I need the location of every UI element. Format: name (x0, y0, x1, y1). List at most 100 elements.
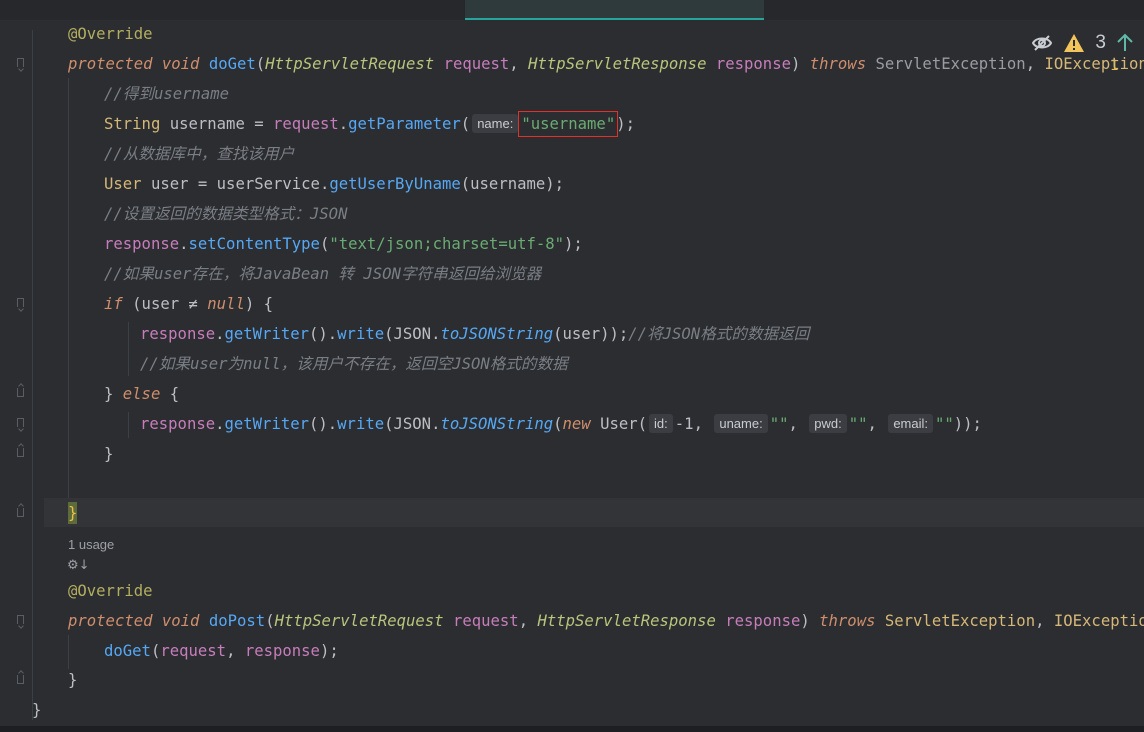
param: response (715, 55, 791, 73)
code-line[interactable]: } else { (104, 383, 179, 405)
number: -1 (674, 415, 694, 433)
keyword: void (161, 612, 200, 630)
method-call: getUserByUname (329, 175, 461, 193)
code-text: user = userService. (141, 175, 330, 193)
punct: } (104, 385, 123, 403)
variable: response (104, 235, 180, 253)
punct: ( (460, 115, 471, 133)
param: response (725, 612, 801, 630)
punct: . (179, 235, 189, 253)
annotation: @Override (68, 25, 153, 43)
code-line[interactable]: response.getWriter().write(JSON.toJSONSt… (140, 323, 809, 345)
inspection-widget[interactable]: 3 (1031, 32, 1134, 54)
static-method: toJSONString (440, 415, 554, 433)
code-line[interactable]: response.getWriter().write(JSON.toJSONSt… (140, 413, 982, 435)
static-method: toJSONString (440, 325, 554, 343)
punct: )); (953, 415, 982, 433)
code-line[interactable]: doGet(request, response); (104, 640, 339, 662)
string: "" (769, 415, 789, 433)
code-line[interactable]: User user = userService.getUserByUname(u… (104, 173, 564, 195)
keyword: null (207, 295, 245, 313)
fold-marker[interactable] (17, 298, 24, 307)
code-line[interactable]: //从数据库中，查找该用户 (104, 143, 294, 165)
punct: . (215, 415, 225, 433)
fold-marker[interactable] (17, 615, 24, 624)
active-editor-tab[interactable] (465, 0, 764, 20)
code-line[interactable]: if (user ≠ null) { (104, 293, 273, 315)
method-name: doGet (208, 55, 256, 73)
punct: ( (150, 642, 161, 660)
exception-type: ServletException (875, 55, 1026, 73)
fold-marker[interactable] (17, 675, 24, 684)
code-line[interactable]: @Override (68, 23, 153, 45)
warning-count[interactable]: 3 (1095, 32, 1106, 54)
implementation-gutter-icon[interactable]: ⚙↓ (67, 558, 90, 573)
code-text: User( (590, 415, 648, 433)
exception-type: IOException (1053, 612, 1144, 630)
punct: } (68, 671, 78, 689)
current-line-highlight (44, 498, 1144, 527)
param: request (452, 612, 519, 630)
method-call: write (337, 325, 385, 343)
code-line[interactable]: response.setContentType("text/json;chars… (104, 233, 583, 255)
param: response (244, 642, 320, 660)
code-line[interactable]: @Override (68, 580, 153, 602)
method-call: getParameter (348, 115, 461, 133)
code-line[interactable]: } (32, 699, 41, 721)
parameter-hint: id: (649, 414, 673, 433)
parameter-hint: pwd: (809, 414, 847, 433)
usage-count-hint[interactable]: 1 usage (68, 537, 114, 552)
code-line[interactable]: //如果user存在，将JavaBean 转 JSON字符串返回给浏览器 (104, 263, 541, 285)
comment: //得到username (104, 85, 230, 103)
comment: //如果user为null，该用户不存在，返回空JSON格式的数据 (140, 355, 568, 373)
code-line[interactable]: //得到username (104, 83, 229, 105)
method-call: write (337, 415, 385, 433)
punct: ) { (244, 295, 274, 313)
keyword: protected (68, 612, 153, 630)
punct: } (32, 701, 42, 719)
exception-type: IOException (1044, 55, 1144, 73)
arrow-up-icon[interactable] (1116, 33, 1134, 53)
punct: ) (790, 55, 810, 73)
fold-marker[interactable] (17, 388, 24, 397)
code-line-current[interactable]: } (68, 502, 77, 524)
indent-guide (32, 30, 33, 720)
string: "" (848, 415, 868, 433)
punct: , (1035, 612, 1054, 630)
indent-guide (128, 322, 129, 376)
param-type: HttpServletRequest (265, 55, 435, 73)
warning-icon[interactable] (1063, 33, 1085, 53)
param-type: HttpServletRequest (274, 612, 444, 630)
code-line[interactable]: } (104, 443, 113, 465)
code-line[interactable]: //设置返回的数据类型格式：JSON (104, 203, 347, 225)
punct: ); (319, 642, 339, 660)
fold-marker[interactable] (17, 418, 24, 427)
fold-marker[interactable] (17, 58, 24, 67)
code-line[interactable]: protected void doPost(HttpServletRequest… (68, 610, 1144, 632)
punct: (). (309, 325, 338, 343)
code-line[interactable]: protected void doGet(HttpServletRequest … (68, 53, 1144, 75)
parameter-hint: uname: (714, 414, 768, 433)
punct: , (1025, 55, 1045, 73)
keyword: else (122, 385, 161, 403)
punct: ( (553, 415, 563, 433)
punct: (user)); (553, 325, 629, 343)
punct: , (226, 642, 245, 660)
code-line[interactable]: //如果user为null，该用户不存在，返回空JSON格式的数据 (140, 353, 568, 375)
punct: . (215, 325, 225, 343)
code-line[interactable]: } (68, 669, 77, 691)
param: request (443, 55, 510, 73)
code-text: (username); (460, 175, 565, 193)
punct: (). (309, 415, 338, 433)
comment: //设置返回的数据类型格式：JSON (104, 205, 348, 223)
eye-slash-icon[interactable] (1031, 34, 1053, 52)
string: "" (935, 415, 954, 433)
method-call: getWriter (224, 415, 310, 433)
fold-marker[interactable] (17, 448, 24, 457)
fold-marker[interactable] (17, 508, 24, 517)
code-line[interactable]: String username = request.getParameter(n… (104, 111, 635, 137)
variable: response (140, 415, 216, 433)
indent-guide (68, 635, 69, 669)
punct: , (788, 415, 808, 433)
punct: ( (265, 612, 275, 630)
